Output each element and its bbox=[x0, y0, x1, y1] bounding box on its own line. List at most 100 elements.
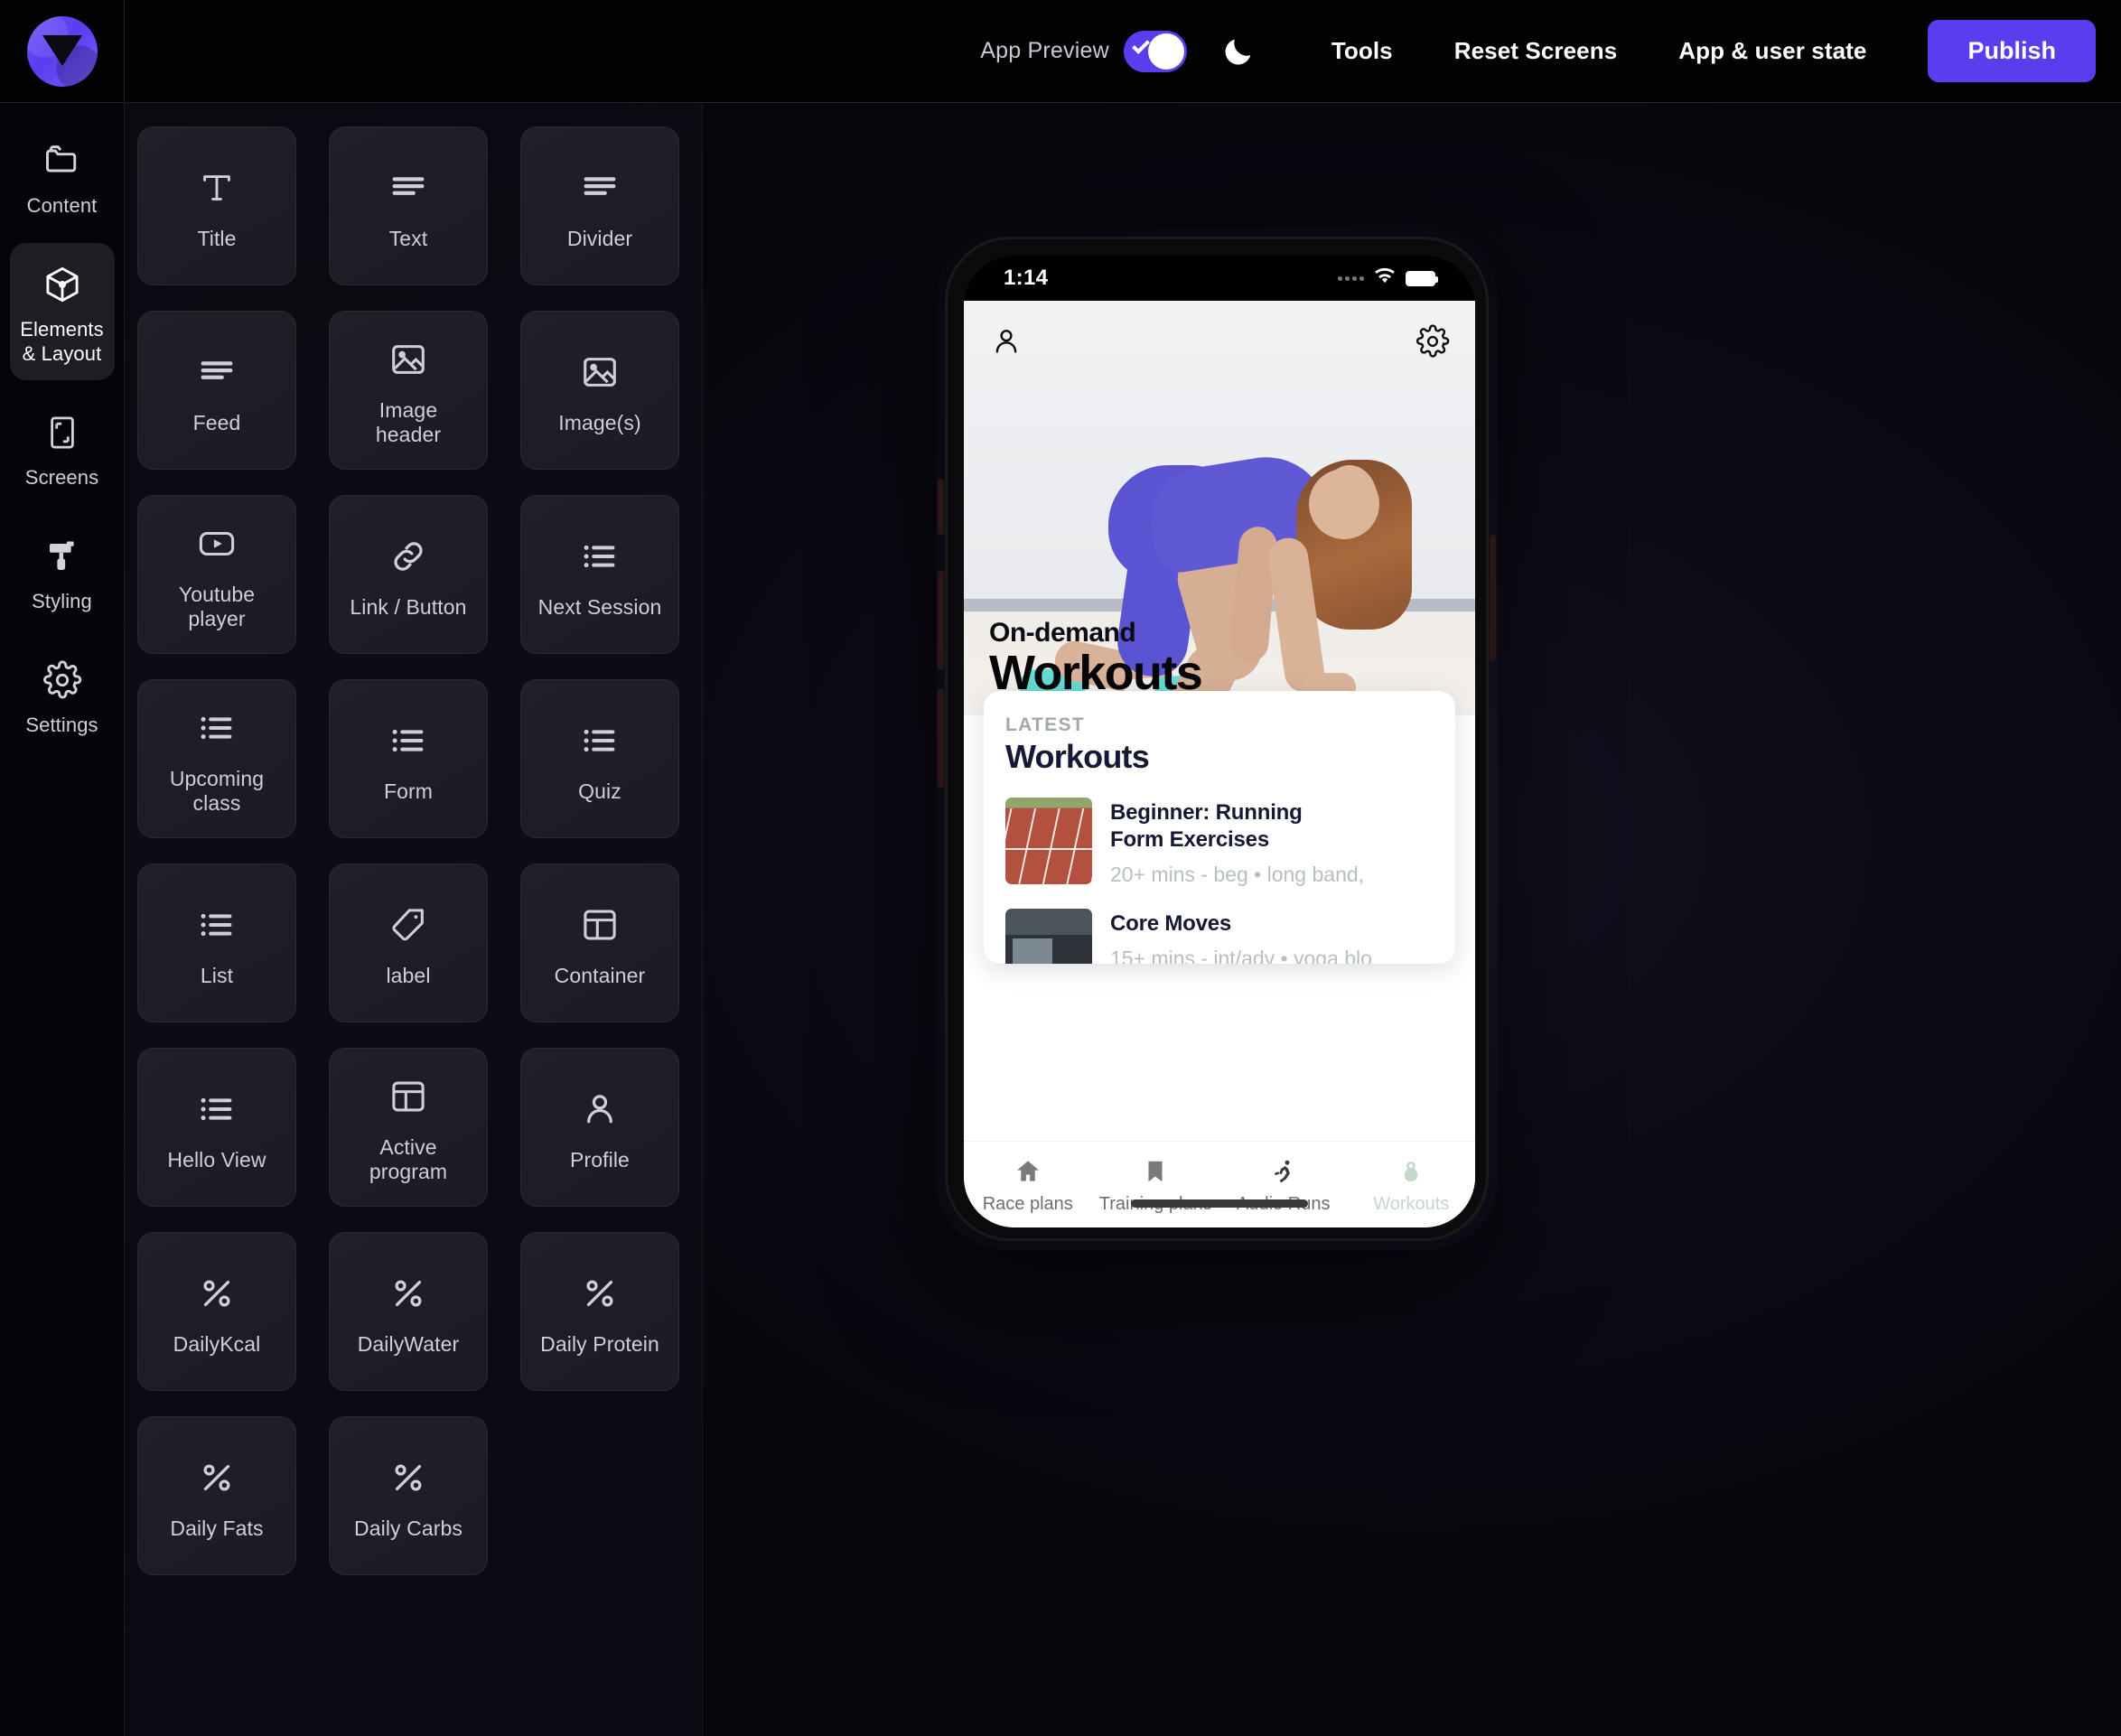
palette-card-list[interactable]: List bbox=[137, 863, 296, 1022]
palette-card-quiz[interactable]: Quiz bbox=[520, 679, 679, 838]
palette-card-link-button[interactable]: Link / Button bbox=[329, 495, 488, 654]
bookmark-icon bbox=[1142, 1155, 1169, 1188]
cube-icon bbox=[42, 261, 83, 308]
palette-card-hello-view[interactable]: Hello View bbox=[137, 1048, 296, 1207]
palette-card-container[interactable]: Container bbox=[520, 863, 679, 1022]
app-preview-toggle[interactable] bbox=[1123, 30, 1187, 72]
phone-mockup: 1:14 On-demand Workouts LATEST Workouts … bbox=[938, 237, 1496, 1241]
workout-thumbnail bbox=[1005, 909, 1092, 964]
palette-card-divider[interactable]: Divider bbox=[520, 126, 679, 285]
palette-card-label: Active bbox=[379, 1135, 437, 1159]
sidebar-item-label: Screens bbox=[24, 466, 99, 489]
signal-dots-icon bbox=[1338, 275, 1364, 281]
list-item[interactable]: Core Moves 15+ mins - int/adv • yoga blo bbox=[1005, 909, 1434, 964]
palette-card-youtube-player[interactable]: Youtube player bbox=[137, 495, 296, 654]
palette-card-label: Profile bbox=[570, 1147, 630, 1171]
sidebar-item-label: Settings bbox=[25, 714, 98, 736]
top-toolbar: App Preview Tools Reset Screens App & us… bbox=[0, 0, 2121, 103]
palette-card-label: Daily Carbs bbox=[354, 1516, 463, 1540]
bottom-tab-bar: Race plans Training plans bbox=[964, 1141, 1475, 1227]
sidebar-item-elements-layout[interactable]: Elements & Layout bbox=[9, 243, 115, 380]
list-icon bbox=[579, 714, 621, 767]
sidebar-item-label: Elements bbox=[20, 318, 104, 341]
sidebar-item-settings[interactable]: Settings bbox=[10, 639, 115, 751]
sidebar-item-label-2: & Layout bbox=[22, 342, 102, 365]
palette-card-label: Divider bbox=[566, 226, 633, 250]
palette-card-images[interactable]: Image(s) bbox=[520, 311, 679, 470]
tag-icon bbox=[388, 899, 429, 951]
sidebar-item-content[interactable]: Content bbox=[10, 119, 115, 232]
palette-card-title[interactable]: Title bbox=[137, 126, 296, 285]
palette-card-feed[interactable]: Feed bbox=[137, 311, 296, 470]
image-icon bbox=[388, 333, 429, 386]
list-icon bbox=[388, 714, 429, 767]
palette-card-label: Feed bbox=[192, 410, 241, 434]
palette-card-dailykcal[interactable]: DailyKcal bbox=[137, 1232, 296, 1391]
list-item[interactable]: Beginner: Running Form Exercises 20+ min… bbox=[1005, 798, 1434, 887]
list-icon bbox=[196, 1083, 238, 1135]
tab-race-plans[interactable]: Race plans bbox=[964, 1155, 1092, 1215]
home-icon bbox=[1014, 1155, 1042, 1188]
moon-icon[interactable] bbox=[1218, 31, 1259, 72]
publish-button[interactable]: Publish bbox=[1928, 20, 2096, 82]
palette-card-profile[interactable]: Profile bbox=[520, 1048, 679, 1207]
top-toolbar-right: App Preview Tools Reset Screens App & us… bbox=[980, 0, 2121, 103]
link-icon bbox=[388, 530, 429, 583]
phone-volume-down-button[interactable] bbox=[938, 688, 944, 788]
percent-icon bbox=[196, 1451, 238, 1504]
tab-workouts[interactable]: Workouts bbox=[1348, 1155, 1476, 1215]
palette-card-active-program[interactable]: Active program bbox=[329, 1048, 488, 1207]
sidebar-item-label: Styling bbox=[32, 590, 92, 612]
palette-card-label: Title bbox=[197, 226, 237, 250]
palette-card-daily-carbs[interactable]: Daily Carbs bbox=[329, 1416, 488, 1575]
person-icon[interactable] bbox=[989, 324, 1023, 363]
sidebar-item-styling[interactable]: Styling bbox=[10, 515, 115, 628]
nav-link-app-user-state[interactable]: App & user state bbox=[1648, 37, 1897, 65]
phone-silent-switch[interactable] bbox=[938, 479, 944, 535]
workout-info: Beginner: Running Form Exercises 20+ min… bbox=[1110, 798, 1364, 887]
palette-card-daily-protein[interactable]: Daily Protein bbox=[520, 1232, 679, 1391]
workout-meta: 20+ mins - beg • long band, bbox=[1110, 863, 1365, 886]
nav-link-tools[interactable]: Tools bbox=[1301, 37, 1424, 65]
youtube-icon bbox=[196, 518, 238, 570]
palette-card-label: Form bbox=[383, 779, 434, 803]
palette-card-label-2: header bbox=[375, 423, 442, 446]
layout-icon bbox=[579, 899, 621, 951]
text-lines-icon bbox=[579, 162, 621, 214]
workout-title-line2: Form Exercises bbox=[1110, 827, 1269, 852]
logo-cell bbox=[0, 0, 125, 103]
palette-card-next-session[interactable]: Next Session bbox=[520, 495, 679, 654]
workout-info: Core Moves 15+ mins - int/adv • yoga blo bbox=[1110, 909, 1372, 964]
palette-card-label: label bbox=[386, 963, 431, 987]
phone-volume-up-button[interactable] bbox=[938, 571, 944, 670]
palette-card-form[interactable]: Form bbox=[329, 679, 488, 838]
wifi-icon bbox=[1373, 267, 1397, 290]
palette-card-label: Daily Protein bbox=[540, 1331, 659, 1356]
hero-titles: On-demand Workouts bbox=[989, 618, 1203, 699]
latest-workouts-card: LATEST Workouts Beginner: Running Form E… bbox=[984, 691, 1455, 964]
palette-card-text[interactable]: Text bbox=[329, 126, 488, 285]
palette-card-dailywater[interactable]: DailyWater bbox=[329, 1232, 488, 1391]
palette-card-label: Link / Button bbox=[350, 594, 467, 619]
runner-icon bbox=[1270, 1155, 1297, 1188]
percent-icon bbox=[196, 1267, 238, 1320]
phone-status-bar: 1:14 bbox=[964, 256, 1475, 301]
paint-roller-icon bbox=[43, 533, 81, 580]
palette-card-label: Image bbox=[378, 398, 438, 422]
gear-icon[interactable] bbox=[1416, 324, 1450, 363]
tab-label: Workouts bbox=[1373, 1193, 1450, 1214]
battery-icon bbox=[1406, 270, 1438, 286]
palette-card-daily-fats[interactable]: Daily Fats bbox=[137, 1416, 296, 1575]
sidebar-item-screens[interactable]: Screens bbox=[10, 391, 115, 504]
palette-card-label-element[interactable]: label bbox=[329, 863, 488, 1022]
check-icon bbox=[1131, 35, 1150, 54]
text-lines-icon bbox=[388, 162, 429, 214]
palette-card-upcoming-class[interactable]: Upcoming class bbox=[137, 679, 296, 838]
nav-link-reset-screens[interactable]: Reset Screens bbox=[1424, 37, 1649, 65]
phone-power-button[interactable] bbox=[1490, 535, 1496, 661]
sidebar-item-label: Content bbox=[26, 194, 98, 217]
palette-card-label: Image(s) bbox=[558, 410, 641, 434]
tab-label: Race plans bbox=[982, 1193, 1073, 1214]
app-logo-icon[interactable] bbox=[26, 15, 98, 87]
palette-card-image-header[interactable]: Image header bbox=[329, 311, 488, 470]
